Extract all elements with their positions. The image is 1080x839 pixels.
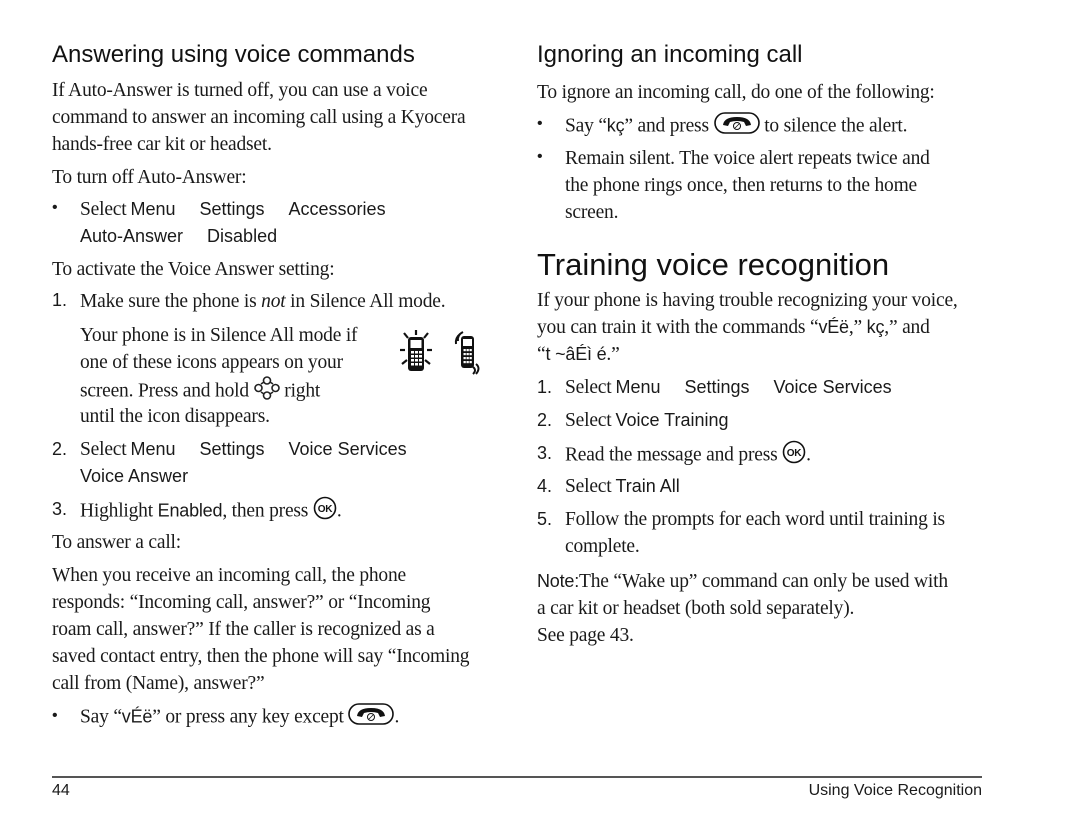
phone-silence-all-icon — [399, 330, 433, 379]
see-page-link[interactable]: See page 43. — [537, 622, 634, 649]
step-number: 5. — [537, 509, 553, 529]
answer-paragraph-line: call from (Name), answer?” — [52, 673, 265, 694]
ignore-bullet-1: Say “kç” and press to silence the alert. — [565, 112, 907, 142]
menu-path-item: Voice Training — [615, 410, 729, 430]
step-number: 2. — [52, 439, 68, 459]
answer-label: To answer a call: — [52, 532, 181, 553]
training-step-5-line: Follow the prompts for each word until t… — [565, 509, 945, 530]
voice-command: vÉë — [818, 317, 849, 337]
note: Note:The “Wake up” command can only be u… — [537, 571, 948, 592]
menu-path-item: Train All — [615, 476, 680, 496]
step1-text: Make sure the phone is not in Silence Al… — [80, 291, 446, 312]
ok-key-icon: OK — [313, 496, 337, 528]
ignore-bullet-2-line: screen. — [565, 202, 619, 223]
phone-vibrate-icon — [452, 330, 484, 381]
step2-text-cont: Voice Answer — [80, 463, 188, 491]
section-title-answering: Answering using voice commands — [52, 41, 415, 68]
note-label: Note: — [537, 571, 580, 591]
bullet-marker: • — [52, 707, 58, 724]
page-number: 44 — [52, 782, 70, 799]
svg-text:OK: OK — [318, 504, 334, 515]
answer-bullet: Say “vÉë” or press any key except . — [80, 703, 399, 733]
menu-path-item: Voice Services — [288, 439, 407, 459]
turn-off-step-cont: Auto-Answer Disabled — [80, 223, 277, 251]
menu-path-item: Disabled — [207, 226, 278, 246]
chapter-title: Using Voice Recognition — [808, 782, 982, 799]
footer-divider — [52, 776, 982, 778]
step-number: 3. — [537, 443, 553, 463]
training-step-1: Select Menu Settings Voice Services — [565, 377, 892, 398]
menu-path-item: Voice Answer — [80, 466, 189, 486]
step1-detail-1: Your phone is in Silence All mode if — [80, 325, 358, 346]
menu-path-item: Settings — [199, 199, 265, 219]
step3-text: Highlight Enabled, then press OK . — [80, 496, 342, 528]
menu-path-item: Settings — [684, 377, 750, 397]
training-step-5-line: complete. — [565, 536, 640, 557]
answer-paragraph-line: When you receive an incoming call, the p… — [52, 565, 406, 586]
step-number: 4. — [537, 476, 553, 496]
step1-detail-2: one of these icons appears on your — [80, 352, 343, 373]
step2-text: Select Menu Settings Voice Services — [80, 439, 407, 460]
menu-path-item: Voice Services — [773, 377, 892, 397]
intro-line-1: If Auto-Answer is turned off, you can us… — [52, 80, 428, 101]
svg-text:OK: OK — [787, 448, 803, 459]
intro-line-3: hands-free car kit or headset. — [52, 134, 272, 155]
ignore-intro: To ignore an incoming call, do one of th… — [537, 82, 935, 103]
end-call-key-icon — [713, 112, 760, 142]
step-number: 1. — [537, 377, 553, 397]
voice-command: kç — [866, 317, 885, 337]
menu-path-item: Menu — [130, 439, 176, 459]
menu-path-item: Auto-Answer — [80, 226, 184, 246]
activate-label: To activate the Voice Answer setting: — [52, 259, 335, 280]
step-number: 3. — [52, 499, 68, 519]
step-number: 2. — [537, 410, 553, 430]
training-intro-line-2: you can train it with the commands “vÉë,… — [537, 317, 930, 338]
bullet-marker: • — [537, 115, 543, 132]
menu-path-item: Accessories — [288, 199, 386, 219]
turn-off-label: To turn off Auto-Answer: — [52, 167, 247, 188]
training-intro-line-1: If your phone is having trouble recogniz… — [537, 290, 958, 311]
training-step-4: Select Train All — [565, 476, 680, 497]
section-title-ignoring: Ignoring an incoming call — [537, 41, 803, 68]
training-step-2: Select Voice Training — [565, 410, 729, 431]
menu-path-item: Menu — [130, 199, 176, 219]
intro-line-2: command to answer an incoming call using… — [52, 107, 466, 128]
answer-paragraph-line: responds: “Incoming call, answer?” or “I… — [52, 592, 431, 613]
section-title-training: Training voice recognition — [537, 247, 890, 282]
ok-key-icon: OK — [782, 440, 806, 472]
turn-off-step: Select Menu Settings Accessories — [80, 199, 386, 220]
ignore-bullet-2-line: the phone rings once, then returns to th… — [565, 175, 917, 196]
voice-command: t ~âÉì é — [545, 344, 607, 364]
answer-paragraph-line: saved contact entry, then the phone will… — [52, 646, 470, 667]
voice-command: kç — [606, 115, 625, 136]
training-step-3: Read the message and press OK . — [565, 440, 811, 472]
answer-paragraph-line: roam call, answer?” If the caller is rec… — [52, 619, 435, 640]
end-call-key-icon — [348, 703, 395, 733]
bullet-marker: • — [537, 148, 543, 165]
step1-detail-4: until the icon disappears. — [80, 406, 270, 427]
training-intro-line-3: “t ~âÉì é.” — [537, 344, 620, 365]
step-number: 1. — [52, 290, 68, 310]
bullet-marker: • — [52, 199, 58, 216]
note-line-2: a car kit or headset (both sold separate… — [537, 598, 855, 619]
menu-path-item: Settings — [199, 439, 265, 459]
ignore-bullet-2-line: Remain silent. The voice alert repeats t… — [565, 148, 930, 169]
voice-command: vÉë — [121, 706, 153, 727]
menu-path-item: Menu — [615, 377, 661, 397]
